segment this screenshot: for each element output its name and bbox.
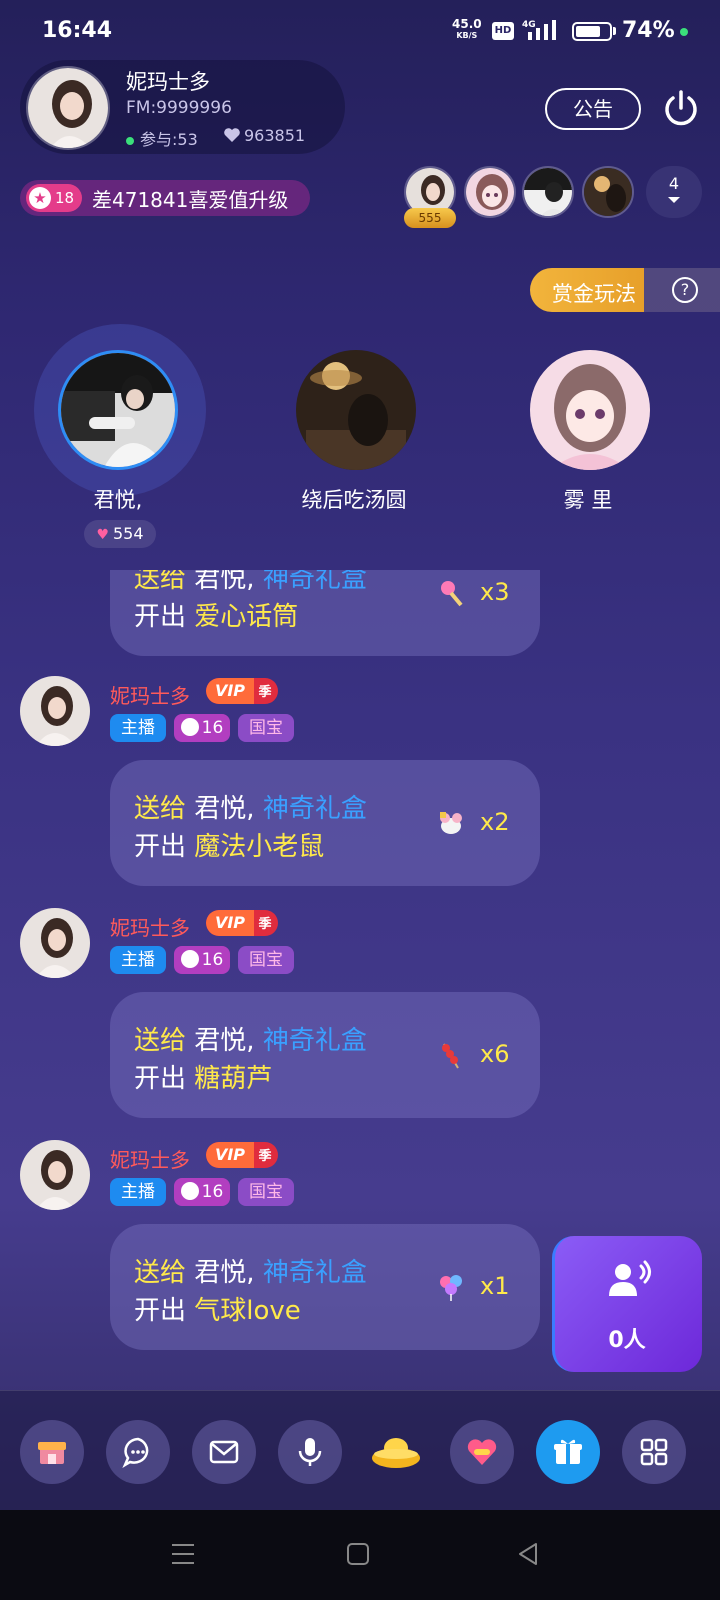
heart-box-icon [467, 1439, 497, 1465]
signal-icon: 4G [522, 20, 556, 40]
chat-icon [122, 1437, 149, 1468]
gift-message-bubble: 送给 君悦, 神奇礼盒 开出 气球love x1 [110, 1224, 540, 1350]
mic-queue-count: 0人 [608, 1328, 646, 1353]
seat-name-2: 绕后吃汤圆 [301, 488, 407, 512]
notice-button[interactable]: 公告 [545, 88, 641, 130]
viewer-count-button[interactable]: 4 [646, 166, 702, 218]
network-speed-unit: KB/S [456, 31, 478, 40]
heart-icon: ♥ [96, 527, 109, 543]
network-type: 4G [522, 20, 536, 30]
rank-tag: 国宝 [238, 1178, 294, 1206]
gift-button[interactable] [536, 1420, 600, 1484]
sender-name[interactable]: 妮玛士多 [110, 680, 190, 709]
host-tag: 主播 [110, 714, 166, 742]
likes-value: 963851 [244, 126, 306, 145]
grid-icon [640, 1438, 668, 1466]
host-tag: 主播 [110, 946, 166, 974]
gift-message-bubble: 送给 君悦, 神奇礼盒 开出 糖葫芦 x6 [110, 992, 540, 1118]
room-name: 妮玛士多 [126, 70, 210, 94]
vip-badge: VIP 季 [206, 678, 278, 704]
heart-icon [224, 128, 240, 142]
viewer-rank-badge: 555 [404, 208, 456, 228]
mic-button[interactable] [278, 1420, 342, 1484]
heart-mic-icon [441, 581, 463, 607]
chevron-down-icon [668, 197, 680, 203]
battery-percent: 74% [622, 18, 675, 43]
candied-haws-icon [442, 1043, 459, 1069]
hd-icon: HD [492, 22, 514, 40]
host-tag: 主播 [110, 1178, 166, 1206]
seat-hearts-value: 554 [113, 524, 144, 543]
home-icon[interactable] [346, 1542, 370, 1566]
power-icon[interactable] [660, 88, 702, 130]
viewer-avatar-3[interactable] [522, 166, 574, 218]
star-level-badge: ★ 18 [26, 184, 82, 212]
menu-icon[interactable] [170, 1542, 196, 1566]
seat-avatar-3[interactable] [530, 350, 650, 470]
room-likes: 963851 [224, 126, 305, 145]
sender-avatar[interactable] [20, 676, 90, 746]
network-speed: 45.0 KB/S [452, 18, 482, 42]
viewer-avatar-2[interactable] [464, 166, 516, 218]
status-time: 16:44 [42, 18, 113, 43]
rank-tag: 国宝 [238, 714, 294, 742]
speaker-person-icon [609, 1260, 651, 1296]
viewer-count-value: 4 [668, 174, 680, 193]
star-icon: ★ [29, 187, 51, 209]
status-bar: 16:44 45.0 KB/S HD 4G 74% [0, 0, 720, 62]
sender-avatar[interactable] [20, 908, 90, 978]
chat-button[interactable] [106, 1420, 170, 1484]
seat-name-1: 君悦, [93, 488, 143, 512]
back-icon[interactable] [516, 1542, 540, 1566]
room-avatar[interactable] [26, 66, 110, 150]
battery-icon [572, 22, 612, 41]
upgrade-text: 差471841喜爱值升级 [92, 188, 289, 212]
participants-text: 参与:53 [140, 130, 198, 149]
avatar-image [28, 68, 108, 148]
heart-box-button[interactable] [450, 1420, 514, 1484]
gold-ingot-button[interactable] [370, 1434, 422, 1470]
help-icon[interactable]: ? [672, 277, 698, 303]
shop-button[interactable] [20, 1420, 84, 1484]
level-tag: 16 [174, 714, 230, 742]
gift-icon [554, 1439, 582, 1464]
sender-name[interactable]: 妮玛士多 [110, 912, 190, 941]
rank-tag: 国宝 [238, 946, 294, 974]
viewer-avatar-4[interactable] [582, 166, 634, 218]
mic-icon [298, 1438, 322, 1466]
gift-message-bubble: 送给 君悦, 神奇礼盒 开出 爱心话筒 x3 [110, 570, 540, 656]
network-speed-value: 45.0 [452, 17, 482, 31]
mail-button[interactable] [192, 1420, 256, 1484]
seat-hearts-badge: ♥ 554 [84, 520, 156, 548]
level-tag: 16 [174, 946, 230, 974]
star-level-value: 18 [55, 189, 75, 207]
level-tag: 16 [174, 1178, 230, 1206]
seat-avatar-2[interactable] [296, 350, 416, 470]
magic-mouse-icon [440, 812, 462, 834]
seat-name-3: 雾 里 [563, 488, 613, 512]
sender-name[interactable]: 妮玛士多 [110, 1144, 190, 1173]
more-button[interactable] [622, 1420, 686, 1484]
bounty-label: 赏金玩法 [552, 282, 636, 306]
sender-avatar[interactable] [20, 1140, 90, 1210]
status-dot [680, 28, 688, 36]
shop-icon [38, 1442, 66, 1464]
system-nav-bar [0, 1510, 720, 1600]
vip-badge: VIP 季 [206, 910, 278, 936]
room-fm-id: FM:9999996 [126, 98, 232, 118]
gift-message-bubble: 送给 君悦, 神奇礼盒 开出 魔法小老鼠 x2 [110, 760, 540, 886]
mail-icon [209, 1440, 239, 1464]
gold-ingot-icon [372, 1438, 420, 1468]
balloon-icon [440, 1275, 462, 1301]
seat-avatar-1[interactable] [58, 350, 178, 470]
vip-badge: VIP 季 [206, 1142, 278, 1168]
participants-count: 参与:53 [126, 126, 198, 150]
online-dot [126, 136, 134, 145]
